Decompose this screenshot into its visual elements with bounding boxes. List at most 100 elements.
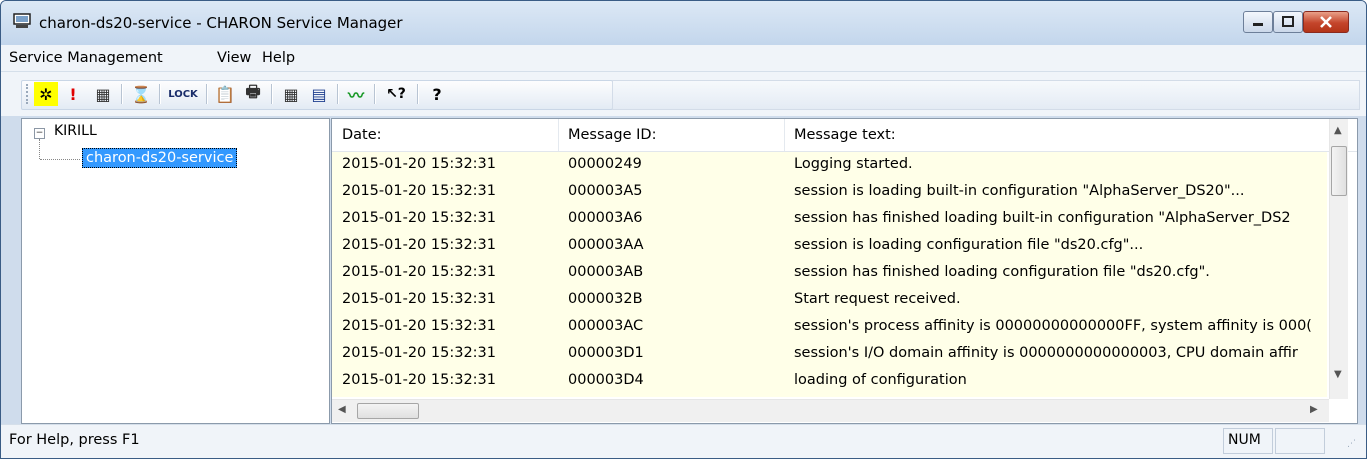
context-help-icon[interactable]: ↖? bbox=[381, 82, 411, 106]
toolbar-separator bbox=[159, 84, 161, 104]
help-icon[interactable]: ? bbox=[425, 82, 449, 106]
table-row[interactable]: 2015-01-20 15:32:31 00000249 Logging sta… bbox=[332, 152, 1327, 179]
column-header-message-text[interactable]: Message text: bbox=[794, 127, 896, 143]
vertical-scroll-thumb[interactable] bbox=[1331, 146, 1347, 196]
main-window: charon-ds20-service - CHARON Service Man… bbox=[0, 0, 1367, 459]
cell-message-id: 000003D1 bbox=[568, 345, 644, 361]
toolbar-separator bbox=[271, 84, 273, 104]
tree-root-kirill[interactable]: KIRILL bbox=[54, 123, 97, 139]
tree-connector bbox=[40, 159, 80, 160]
close-icon bbox=[1320, 16, 1332, 28]
cell-message-text: loading of configuration bbox=[794, 372, 967, 388]
status-help-text: For Help, press F1 bbox=[9, 432, 140, 448]
table-row[interactable]: 2015-01-20 15:32:31 0000032B Start reque… bbox=[332, 287, 1327, 314]
scroll-left-arrow-icon[interactable]: ◀ bbox=[338, 404, 346, 415]
close-button[interactable] bbox=[1303, 11, 1349, 33]
cell-message-id: 000003D4 bbox=[568, 372, 644, 388]
list-header: Date: Message ID: Message text: bbox=[332, 119, 1357, 152]
vertical-scrollbar[interactable]: ▲ ▼ bbox=[1329, 119, 1348, 399]
alert-icon[interactable]: ! bbox=[61, 82, 85, 106]
log-rows: 2015-01-20 15:32:31 00000249 Logging sta… bbox=[332, 152, 1327, 397]
cell-date: 2015-01-20 15:32:31 bbox=[342, 318, 496, 334]
minimize-icon bbox=[1253, 23, 1263, 26]
column-divider[interactable] bbox=[784, 119, 785, 151]
tree-item-charon-ds20-service[interactable]: charon-ds20-service bbox=[82, 148, 238, 168]
list-view-icon[interactable]: ▤ bbox=[307, 82, 331, 106]
clipboard-icon[interactable]: 📋 bbox=[213, 82, 237, 106]
status-bar: For Help, press F1 NUM ⋰ bbox=[1, 424, 1366, 458]
cell-message-text: session's process affinity is 0000000000… bbox=[794, 318, 1312, 334]
table-row[interactable]: 2015-01-20 15:32:31 000003A6 session has… bbox=[332, 206, 1327, 233]
collapse-toggle[interactable]: − bbox=[34, 128, 45, 139]
cell-date: 2015-01-20 15:32:31 bbox=[342, 372, 496, 388]
maximize-icon bbox=[1282, 16, 1294, 27]
cell-message-text: session is loading built-in configuratio… bbox=[794, 183, 1245, 199]
cell-date: 2015-01-20 15:32:31 bbox=[342, 183, 496, 199]
toolbar: ✲ ! ▦ ⌛ LOCK 📋 🖶 ▦ ▤ 〰 ↖? ? bbox=[1, 72, 1366, 116]
scroll-right-arrow-icon[interactable]: ▶ bbox=[1310, 404, 1318, 415]
cell-message-id: 000003AC bbox=[568, 318, 644, 334]
cell-message-id: 000003A6 bbox=[568, 210, 643, 226]
resize-grip-icon[interactable]: ⋰ bbox=[1347, 439, 1359, 451]
status-empty-cell bbox=[1275, 428, 1325, 454]
cell-message-text: session's I/O domain affinity is 0000000… bbox=[794, 345, 1298, 361]
table-row[interactable]: 2015-01-20 15:32:31 000003AC session's p… bbox=[332, 314, 1327, 341]
toolbar-separator bbox=[206, 84, 208, 104]
toolbar-separator bbox=[374, 84, 376, 104]
column-header-message-id[interactable]: Message ID: bbox=[568, 127, 657, 143]
menu-bar: Service Management View Help bbox=[1, 45, 1366, 72]
minimize-button[interactable] bbox=[1243, 11, 1273, 33]
service-tree[interactable]: − KIRILL charon-ds20-service bbox=[21, 118, 330, 424]
computer-icon bbox=[13, 13, 31, 28]
scroll-up-arrow-icon[interactable]: ▲ bbox=[1334, 125, 1342, 136]
scroll-down-arrow-icon[interactable]: ▼ bbox=[1334, 369, 1342, 380]
table-row[interactable]: 2015-01-20 15:32:31 000003D4 loading of … bbox=[332, 368, 1327, 395]
graph-icon[interactable]: 〰 bbox=[344, 82, 368, 106]
toolbar-separator bbox=[337, 84, 339, 104]
cell-date: 2015-01-20 15:32:31 bbox=[342, 210, 496, 226]
cell-message-text: session is loading configuration file "d… bbox=[794, 237, 1144, 253]
cell-message-text: session has finished loading built-in co… bbox=[794, 210, 1291, 226]
cell-date: 2015-01-20 15:32:31 bbox=[342, 291, 496, 307]
menu-service-management[interactable]: Service Management bbox=[9, 50, 163, 66]
tree-connector bbox=[39, 139, 40, 159]
cell-message-text: Logging started. bbox=[794, 156, 913, 172]
lock-icon[interactable]: LOCK bbox=[166, 82, 200, 106]
cell-date: 2015-01-20 15:32:31 bbox=[342, 345, 496, 361]
maximize-button[interactable] bbox=[1273, 11, 1303, 33]
table-row[interactable]: 2015-01-20 15:32:31 000003A5 session is … bbox=[332, 179, 1327, 206]
column-header-date[interactable]: Date: bbox=[342, 127, 382, 143]
cell-message-text: Start request received. bbox=[794, 291, 961, 307]
toolbar-separator bbox=[121, 84, 123, 104]
list-grid-icon[interactable]: ▦ bbox=[91, 82, 115, 106]
cell-message-id: 0000032B bbox=[568, 291, 643, 307]
menu-view[interactable]: View bbox=[217, 50, 251, 66]
cell-date: 2015-01-20 15:32:31 bbox=[342, 264, 496, 280]
toolbar-grip[interactable] bbox=[26, 84, 31, 104]
cell-message-id: 00000249 bbox=[568, 156, 642, 172]
num-lock-label: NUM bbox=[1228, 432, 1261, 448]
cell-message-text: session has finished loading configurati… bbox=[794, 264, 1210, 280]
service-config-icon[interactable]: ✲ bbox=[34, 82, 58, 106]
table-row[interactable]: 2015-01-20 15:32:31 000003AB session has… bbox=[332, 260, 1327, 287]
log-list-view[interactable]: Date: Message ID: Message text: 2015-01-… bbox=[331, 118, 1358, 424]
details-view-icon[interactable]: ▦ bbox=[279, 82, 303, 106]
hourglass-icon[interactable]: ⌛ bbox=[129, 82, 153, 106]
toolbar-empty-area bbox=[612, 80, 1360, 110]
window-title: charon-ds20-service - CHARON Service Man… bbox=[39, 14, 403, 32]
column-divider[interactable] bbox=[558, 119, 559, 151]
cell-date: 2015-01-20 15:32:31 bbox=[342, 237, 496, 253]
status-num-indicator: NUM bbox=[1223, 428, 1273, 454]
cell-message-id: 000003AB bbox=[568, 264, 644, 280]
title-bar[interactable]: charon-ds20-service - CHARON Service Man… bbox=[1, 1, 1366, 45]
print-icon[interactable]: 🖶 bbox=[241, 82, 265, 106]
cell-message-id: 000003A5 bbox=[568, 183, 643, 199]
menu-help[interactable]: Help bbox=[262, 50, 295, 66]
cell-message-id: 000003AA bbox=[568, 237, 644, 253]
horizontal-scrollbar[interactable]: ◀ ▶ bbox=[332, 399, 1329, 422]
horizontal-scroll-thumb[interactable] bbox=[357, 403, 419, 419]
cell-date: 2015-01-20 15:32:31 bbox=[342, 156, 496, 172]
table-row[interactable]: 2015-01-20 15:32:31 000003AA session is … bbox=[332, 233, 1327, 260]
toolbar-separator bbox=[417, 84, 419, 104]
table-row[interactable]: 2015-01-20 15:32:31 000003D1 session's I… bbox=[332, 341, 1327, 368]
